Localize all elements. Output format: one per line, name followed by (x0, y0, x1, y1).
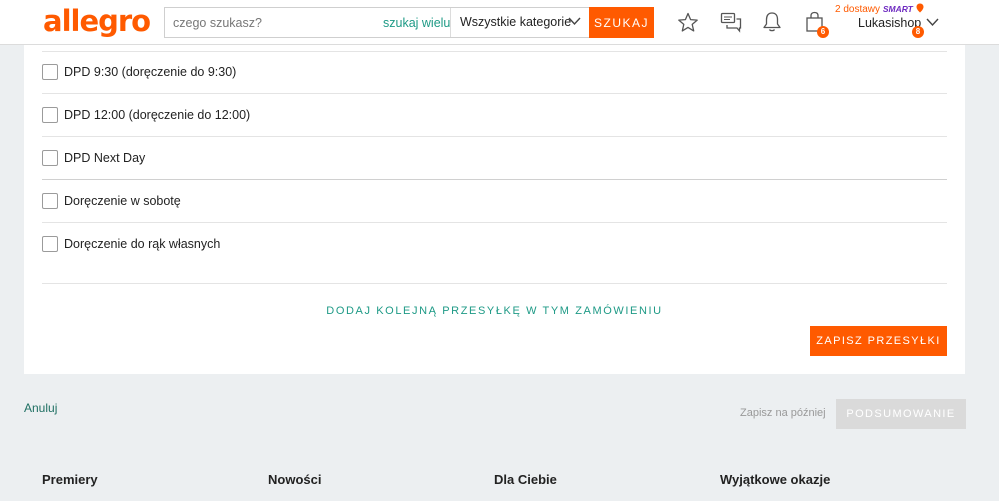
search-bar: szukaj wielu Wszystkie kategorie SZUKAJ (164, 7, 654, 38)
cancel-link[interactable]: Anuluj (24, 401, 57, 415)
smart-deliveries[interactable]: 2 dostawy SMART (835, 3, 924, 15)
smart-deliveries-count: 2 dostawy (835, 4, 881, 15)
checkbox[interactable] (42, 236, 58, 252)
smart-tag: SMART (882, 4, 913, 14)
divider (42, 93, 947, 94)
shipping-option-label: Doręczenie do rąk własnych (64, 237, 221, 251)
top-header: allegro szukaj wielu Wszystkie kategorie… (0, 0, 999, 45)
footer-heading-dla-ciebie[interactable]: Dla Ciebie (494, 472, 557, 487)
checkbox[interactable] (42, 193, 58, 209)
shipping-options-card: DPD 9:30 (doręczenie do 9:30) DPD 12:00 … (24, 45, 965, 374)
checkbox[interactable] (42, 150, 58, 166)
shipping-option-dpd-930[interactable]: DPD 9:30 (doręczenie do 9:30) (42, 62, 236, 82)
shipping-option-personal-delivery[interactable]: Doręczenie do rąk własnych (42, 234, 220, 254)
shipping-option-saturday[interactable]: Doręczenie w sobotę (42, 191, 181, 211)
chevron-down-icon[interactable] (926, 18, 939, 27)
checkbox[interactable] (42, 107, 58, 123)
shipping-option-label: Doręczenie w sobotę (64, 194, 181, 208)
category-select-label: Wszystkie kategorie (460, 15, 572, 29)
location-pin-icon (916, 3, 924, 13)
messages-icon[interactable] (720, 12, 742, 33)
user-name[interactable]: Lukasishop (858, 16, 921, 30)
bell-icon[interactable] (762, 11, 782, 33)
chevron-down-icon (568, 17, 581, 26)
divider (42, 283, 947, 284)
shipping-option-label: DPD 12:00 (doręczenie do 12:00) (64, 108, 251, 122)
shipping-option-dpd-1200[interactable]: DPD 12:00 (doręczenie do 12:00) (42, 105, 250, 125)
divider (42, 222, 947, 223)
shipping-option-label: DPD 9:30 (doręczenie do 9:30) (64, 65, 237, 79)
shipping-option-dpd-next-day[interactable]: DPD Next Day (42, 148, 145, 168)
shipping-option-label: DPD Next Day (64, 151, 146, 165)
search-button[interactable]: SZUKAJ (589, 7, 654, 38)
search-many-link[interactable]: szukaj wielu (383, 16, 450, 30)
footer-heading-nowosci[interactable]: Nowości (268, 472, 321, 487)
checkbox[interactable] (42, 64, 58, 80)
save-shipments-button[interactable]: ZAPISZ PRZESYŁKI (810, 326, 947, 356)
user-badge: 8 (912, 26, 924, 38)
category-select[interactable]: Wszystkie kategorie (450, 8, 589, 37)
summary-button: PODSUMOWANIE (836, 399, 966, 429)
save-later-link[interactable]: Zapisz na później (740, 407, 826, 419)
divider (42, 136, 947, 137)
star-icon[interactable] (677, 12, 699, 33)
add-shipment-link[interactable]: DODAJ KOLEJNĄ PRZESYŁKĘ W TYM ZAMÓWIENIU (24, 305, 965, 317)
divider (42, 51, 947, 52)
footer-heading-premiery[interactable]: Premiery (42, 472, 98, 487)
cart-badge: 6 (817, 26, 829, 38)
allegro-logo[interactable]: allegro (43, 4, 151, 38)
divider (42, 179, 947, 180)
footer-heading-okazje[interactable]: Wyjątkowe okazje (720, 472, 830, 487)
